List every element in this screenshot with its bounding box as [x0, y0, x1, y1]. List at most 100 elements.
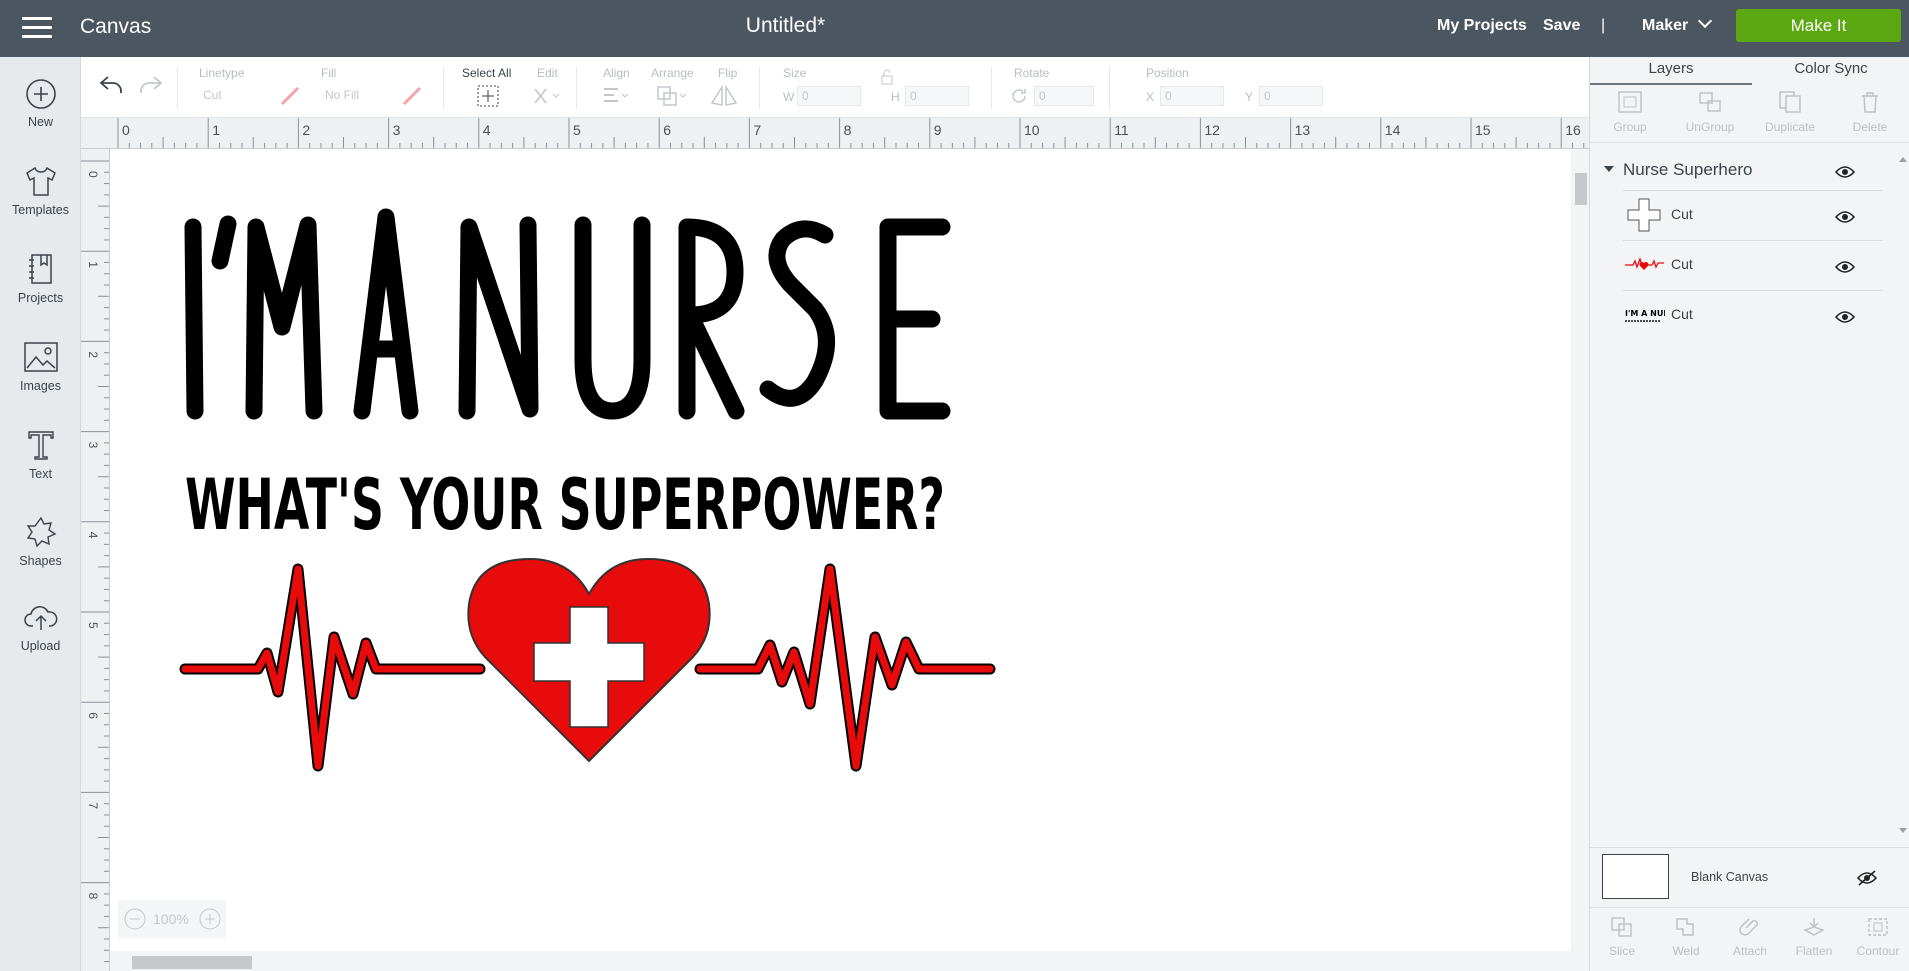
heart-cross-art[interactable]: [467, 557, 711, 763]
width-label: W: [783, 90, 795, 104]
ungroup-icon: [1699, 92, 1721, 112]
ruler-label: 3: [86, 442, 100, 449]
duplicate-button[interactable]: Duplicate: [1750, 90, 1830, 134]
group-button[interactable]: Group: [1590, 90, 1670, 134]
ruler-label: 5: [86, 622, 100, 629]
ruler-label: 1: [212, 122, 220, 138]
ruler-label: 4: [483, 122, 491, 138]
heartbeat-thumb: [1625, 257, 1664, 270]
position-label: Position: [1146, 66, 1189, 80]
caret-down-icon[interactable]: [1604, 166, 1614, 172]
bottom-actions: Slice Weld Attach Flatten Contour: [1590, 907, 1909, 971]
notebook-icon: [28, 254, 52, 284]
top-bar: Canvas Untitled* My Projects Save | Make…: [0, 0, 1909, 57]
arrange-icon[interactable]: [656, 85, 688, 107]
scroll-up-icon[interactable]: [1898, 155, 1908, 163]
contour-button[interactable]: Contour: [1846, 916, 1909, 958]
contour-icon: [1868, 918, 1888, 936]
zoom-in-icon[interactable]: [199, 908, 221, 930]
sidebar-label-projects: Projects: [17, 291, 64, 305]
ruler-label: 10: [1024, 122, 1040, 138]
ruler-label: 2: [302, 122, 310, 138]
rotate-label: Rotate: [1014, 66, 1050, 80]
blank-canvas-row[interactable]: Blank Canvas: [1590, 847, 1909, 907]
tab-color-sync[interactable]: Color Sync: [1752, 57, 1909, 85]
slice-button[interactable]: Slice: [1590, 916, 1654, 958]
layer-name: Cut: [1671, 206, 1693, 222]
sidebar-item-templates[interactable]: Templates: [0, 164, 81, 217]
ruler-label: 9: [934, 122, 942, 138]
ruler-label: 6: [86, 712, 100, 719]
eye-icon[interactable]: [1835, 260, 1855, 274]
eye-icon[interactable]: [1835, 165, 1855, 179]
vertical-scrollbar[interactable]: [1571, 149, 1589, 951]
ruler-label: 7: [753, 122, 761, 138]
select-all-icon[interactable]: [477, 85, 499, 107]
x-field[interactable]: 0: [1160, 86, 1224, 106]
design-canvas[interactable]: WHAT'S YOUR SUPERPOWER?: [110, 149, 1571, 951]
eye-hidden-icon[interactable]: [1856, 870, 1878, 886]
separator: |: [1601, 17, 1606, 34]
sidebar-item-new[interactable]: New: [0, 78, 81, 129]
vertical-scroll-thumb[interactable]: [1575, 173, 1587, 205]
document-title[interactable]: Untitled*: [0, 14, 1571, 38]
y-field[interactable]: 0: [1259, 86, 1323, 106]
sidebar-item-images[interactable]: Images: [0, 340, 81, 393]
layer-row[interactable]: Cut: [1623, 240, 1883, 289]
layer-row[interactable]: Cut: [1623, 190, 1883, 239]
flatten-label: Flatten: [1795, 944, 1833, 958]
layer-group-row[interactable]: Nurse Superhero: [1590, 151, 1895, 191]
sidebar-item-upload[interactable]: Upload: [0, 602, 81, 653]
redo-icon[interactable]: [136, 74, 164, 96]
width-field[interactable]: 0: [797, 86, 861, 106]
layer-row[interactable]: I'M A NURSE Cut: [1623, 290, 1883, 339]
ungroup-button[interactable]: UnGroup: [1670, 90, 1750, 134]
zoom-out-icon[interactable]: [124, 908, 146, 930]
scroll-down-icon[interactable]: [1898, 827, 1908, 835]
design-group-nurse-superhero[interactable]: WHAT'S YOUR SUPERPOWER?: [110, 149, 1571, 951]
edit-scissors-icon[interactable]: [532, 85, 562, 107]
blank-canvas-swatch[interactable]: [1602, 854, 1669, 899]
flip-icon[interactable]: [709, 85, 741, 107]
edit-label: Edit: [537, 66, 558, 80]
horizontal-scroll-thumb[interactable]: [132, 956, 252, 969]
flatten-button[interactable]: Flatten: [1782, 916, 1846, 958]
headline-text-art[interactable]: [184, 208, 951, 420]
align-icon[interactable]: [601, 85, 631, 107]
my-projects-link[interactable]: My Projects: [1437, 17, 1527, 35]
plus-circle-icon: [25, 79, 56, 109]
toolbar-separator: [759, 67, 760, 109]
linetype-select[interactable]: Cut: [199, 86, 265, 106]
subline-text-art[interactable]: WHAT'S YOUR SUPERPOWER?: [185, 464, 945, 546]
save-link[interactable]: Save: [1543, 17, 1580, 35]
ruler-label: 13: [1295, 122, 1311, 138]
text-thumb: I'M A NURSE: [1625, 309, 1665, 322]
lock-icon[interactable]: [880, 69, 894, 85]
horizontal-scrollbar[interactable]: [110, 951, 1589, 971]
toolbar-separator: [576, 67, 577, 109]
ruler-label: 4: [86, 532, 100, 539]
sidebar-item-text[interactable]: Text: [0, 428, 81, 481]
attach-button[interactable]: Attach: [1718, 916, 1782, 958]
linetype-color-swatch[interactable]: [279, 85, 301, 107]
tab-layers[interactable]: Layers: [1590, 57, 1752, 85]
weld-button[interactable]: Weld: [1654, 916, 1718, 958]
sidebar-item-projects[interactable]: Projects: [0, 252, 81, 305]
ruler-label: 12: [1204, 122, 1220, 138]
panel-scrollbar[interactable]: [1895, 151, 1909, 841]
undo-icon[interactable]: [98, 74, 126, 96]
cloud-upload-icon: [23, 606, 57, 630]
fill-select[interactable]: No Fill: [321, 86, 387, 106]
ruler-label: 8: [844, 122, 852, 138]
make-it-button[interactable]: Make It: [1736, 9, 1901, 42]
height-field[interactable]: 0: [905, 86, 969, 106]
sidebar-item-shapes[interactable]: Shapes: [0, 515, 81, 568]
vertical-ruler: 0123456789: [81, 149, 110, 971]
delete-button[interactable]: Delete: [1830, 90, 1909, 134]
machine-selector[interactable]: Maker: [1642, 13, 1713, 35]
eye-icon[interactable]: [1835, 210, 1855, 224]
eye-icon[interactable]: [1835, 310, 1855, 324]
fill-color-swatch[interactable]: [401, 85, 423, 107]
rotate-field[interactable]: 0: [1034, 86, 1094, 106]
image-icon: [23, 342, 58, 372]
